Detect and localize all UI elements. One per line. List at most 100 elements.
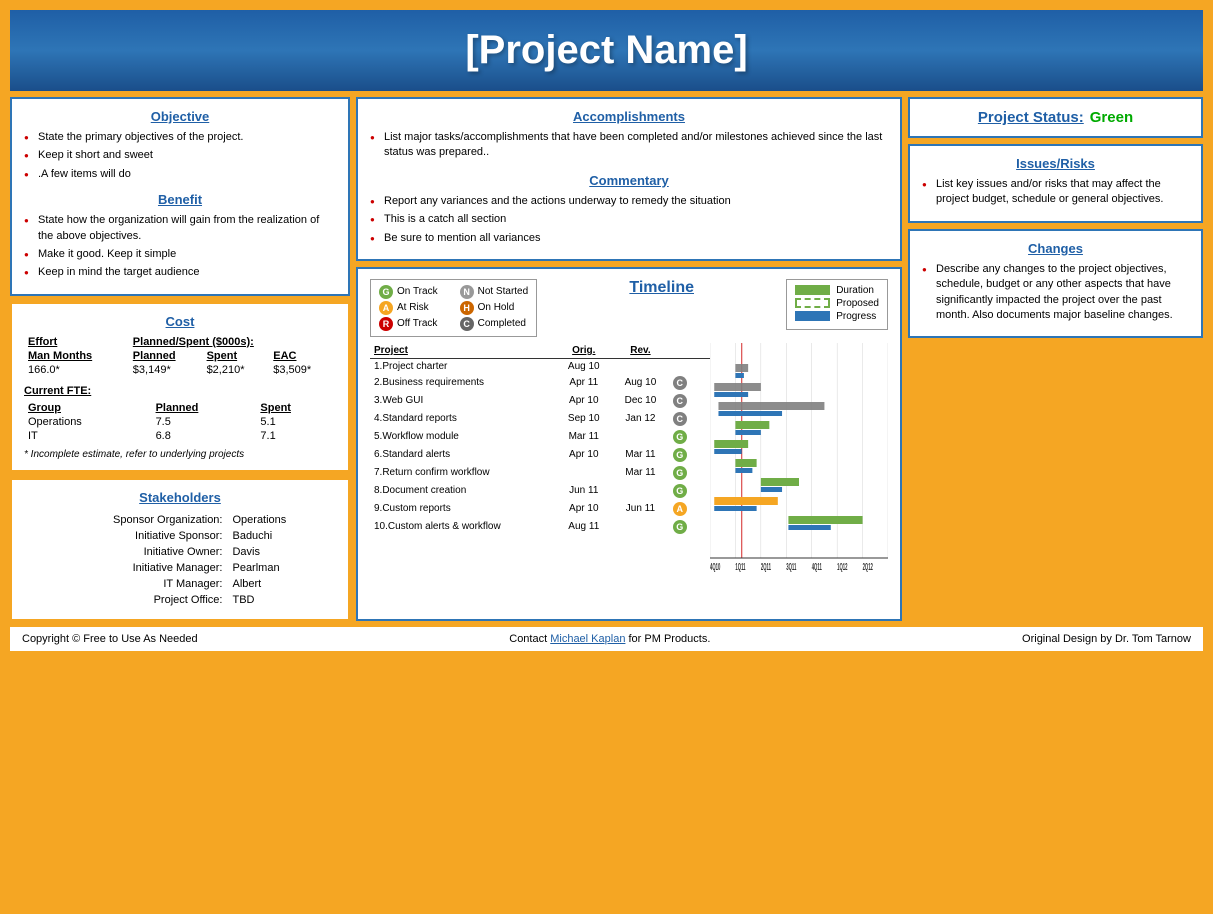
effort-label: Effort [24, 335, 129, 349]
stakeholder-row-4: IT Manager: Albert [26, 577, 334, 591]
stakeholders-title: Stakeholders [24, 490, 336, 505]
project-status-8: G [669, 482, 710, 500]
stakeholder-val-2: Davis [228, 545, 334, 559]
bar-legend: Duration Proposed Progress [786, 279, 888, 330]
svg-text:3Q11: 3Q11 [786, 561, 797, 573]
main-content: Objective State the primary objectives o… [10, 97, 1203, 621]
project-name-6: 6.Standard alerts [370, 446, 555, 464]
project-status-4: C [669, 410, 710, 428]
gantt-bars-area: 4Q10 1Q11 2Q11 3Q11 4Q11 1Q12 2Q12 [710, 343, 888, 576]
project-rev-7: Mar 11 [612, 464, 669, 482]
col-spent: Spent [203, 349, 270, 363]
gantt-row-charter: 1.Project charter Aug 10 [370, 358, 710, 374]
gantt-chart: Project Orig. Rev. 1.Project charter [370, 343, 888, 576]
gantt-row-webgui: 3.Web GUI Apr 10 Dec 10 C [370, 392, 710, 410]
stakeholder-label-1: Initiative Sponsor: [26, 529, 226, 543]
benefit-item-1: State how the organization will gain fro… [24, 213, 336, 244]
project-orig-9: Apr 10 [555, 500, 612, 518]
at-risk-label: At Risk [397, 302, 429, 313]
project-rev-6: Mar 11 [612, 446, 669, 464]
off-track-icon: R [379, 317, 393, 331]
gantt-row-biz: 2.Business requirements Apr 11 Aug 10 C [370, 374, 710, 392]
commentary-list: Report any variances and the actions und… [370, 194, 888, 246]
planned-spent-label: Planned/Spent ($000s): [129, 335, 336, 349]
on-hold-icon: H [460, 301, 474, 315]
project-rev-1 [612, 358, 669, 374]
project-status-label: Project Status: [978, 109, 1084, 126]
project-status-card: Project Status: Green [908, 97, 1203, 138]
fte-col-planned: Planned [152, 401, 257, 415]
project-orig-8: Jun 11 [555, 482, 612, 500]
project-orig-6: Apr 10 [555, 446, 612, 464]
project-status-3: C [669, 392, 710, 410]
col-planned: Planned [129, 349, 203, 363]
gantt-row-return: 7.Return confirm workflow Mar 11 G [370, 464, 710, 482]
objective-item-1: State the primary objectives of the proj… [24, 130, 336, 145]
legend-progress: Progress [795, 311, 879, 322]
left-column: Objective State the primary objectives o… [10, 97, 350, 621]
accomplishments-card: Accomplishments List major tasks/accompl… [356, 97, 902, 261]
footer-credit: Original Design by Dr. Tom Tarnow [1022, 633, 1191, 645]
col-man-months: Man Months [24, 349, 129, 363]
stakeholder-val-5: TBD [228, 593, 334, 607]
fte-col-spent: Spent [256, 401, 336, 415]
right-column: Project Status: Green Issues/Risks List … [908, 97, 1203, 621]
project-rev-5 [612, 428, 669, 446]
footer: Copyright © Free to Use As Needed Contac… [10, 627, 1203, 651]
proposed-label: Proposed [836, 298, 879, 309]
project-orig-3: Apr 10 [555, 392, 612, 410]
changes-list: Describe any changes to the project obje… [922, 262, 1189, 324]
timeline-title-area: Timeline [537, 279, 786, 303]
stakeholder-label-0: Sponsor Organization: [26, 513, 226, 527]
at-risk-icon: A [379, 301, 393, 315]
stakeholder-label-4: IT Manager: [26, 577, 226, 591]
issues-risks-title: Issues/Risks [922, 156, 1189, 171]
project-orig-4: Sep 10 [555, 410, 612, 428]
gantt-project-list: Project Orig. Rev. 1.Project charter [370, 343, 710, 576]
col-eac: EAC [269, 349, 336, 363]
footer-contact-link[interactable]: Michael Kaplan [550, 633, 625, 645]
progress-label: Progress [836, 311, 876, 322]
cost-footnote: * Incomplete estimate, refer to underlyi… [24, 449, 336, 460]
commentary-title: Commentary [370, 173, 888, 188]
legend-not-started: N Not Started [460, 285, 529, 299]
fte-col-group: Group [24, 401, 152, 415]
project-orig-1: Aug 10 [555, 358, 612, 374]
stakeholder-row-2: Initiative Owner: Davis [26, 545, 334, 559]
cost-title: Cost [24, 314, 336, 329]
legend-on-hold: H On Hold [460, 301, 529, 315]
footer-contact-suffix: for PM Products. [625, 633, 710, 645]
project-status-9: A [669, 500, 710, 518]
project-name-5: 5.Workflow module [370, 428, 555, 446]
cost-table: Effort Planned/Spent ($000s): Man Months… [24, 335, 336, 377]
project-orig-7 [555, 464, 612, 482]
fte-it-planned: 6.8 [152, 429, 257, 443]
fte-label: Current FTE: [24, 385, 336, 397]
stakeholder-val-0: Operations [228, 513, 334, 527]
gantt-content: Project Orig. Rev. 1.Project charter [370, 343, 888, 576]
proposed-bar-icon [795, 298, 830, 308]
issues-risks-card: Issues/Risks List key issues and/or risk… [908, 144, 1203, 223]
page-container: [Project Name] Objective State the prima… [0, 0, 1213, 661]
stakeholder-row-5: Project Office: TBD [26, 593, 334, 607]
col-status-header [669, 343, 710, 359]
issues-risks-item-1: List key issues and/or risks that may af… [922, 177, 1189, 208]
changes-title: Changes [922, 241, 1189, 256]
col-rev: Rev. [612, 343, 669, 359]
footer-copyright: Copyright © Free to Use As Needed [22, 633, 198, 645]
benefit-title: Benefit [24, 192, 336, 207]
project-name-4: 4.Standard reports [370, 410, 555, 428]
legend-off-track: R Off Track [379, 317, 448, 331]
project-rev-2: Aug 10 [612, 374, 669, 392]
fte-ops-planned: 7.5 [152, 415, 257, 429]
benefit-item-2: Make it good. Keep it simple [24, 247, 336, 262]
project-status-7: G [669, 464, 710, 482]
project-status-10: G [669, 518, 710, 536]
commentary-item-2: This is a catch all section [370, 212, 888, 227]
project-status-value: Green [1090, 109, 1133, 126]
footer-contact: Contact Michael Kaplan for PM Products. [509, 633, 710, 645]
legend-on-track: G On Track [379, 285, 448, 299]
project-name-2: 2.Business requirements [370, 374, 555, 392]
timeline-card: G On Track N Not Started A At Risk [356, 267, 902, 621]
gantt-row-alerts: 6.Standard alerts Apr 10 Mar 11 G [370, 446, 710, 464]
